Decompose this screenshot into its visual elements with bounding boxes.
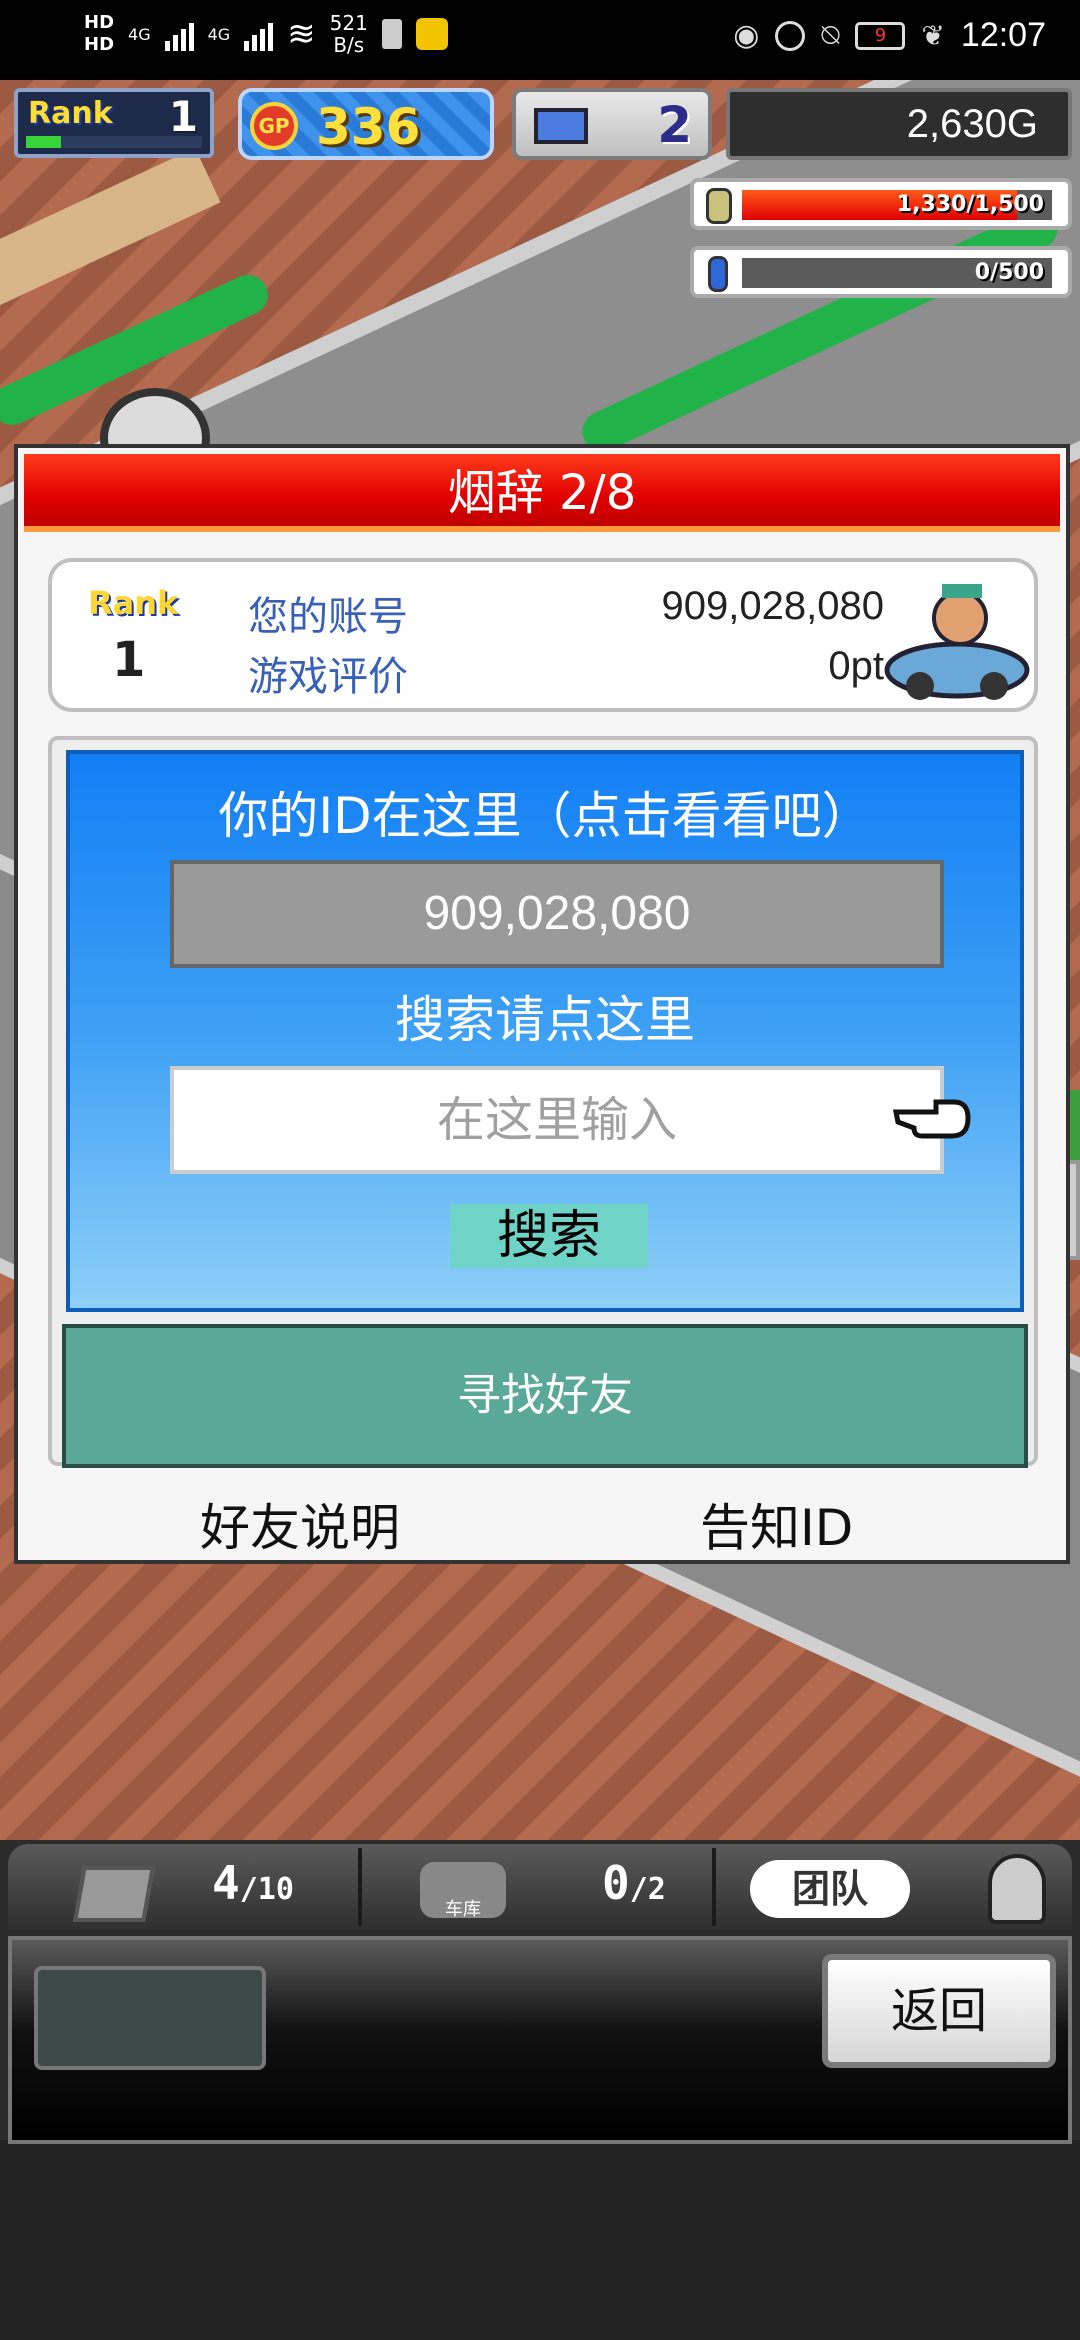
pointing-hand-icon <box>892 1099 971 1139</box>
my-id-box[interactable]: 909,028,080 <box>170 860 944 968</box>
mute-icon: ⍉ <box>821 18 840 53</box>
garage-label: 车库 <box>445 1899 481 1920</box>
screen: HD HD 4G 4G ≋ 521 B/s ◉ ⍉ 9 ❦ 12:07 Rank… <box>0 0 1080 2340</box>
computer-counter[interactable]: 2 <box>512 88 712 160</box>
dialog-title: 烟辞 2/8 <box>24 454 1060 532</box>
battery-level: 9 <box>874 24 887 46</box>
account-card: Rank 1 您的账号 909,028,080 游戏评价 0pt <box>48 558 1038 712</box>
status-bar: HD HD 4G 4G ≋ 521 B/s ◉ ⍉ 9 ❦ 12:07 <box>0 0 1080 80</box>
rank-badge[interactable]: Rank 1 <box>14 88 214 158</box>
eye-icon: ◉ <box>733 18 760 53</box>
garage-count: 0 <box>602 1856 630 1910</box>
sim2-label: HD <box>84 34 115 55</box>
rank-progress-bar <box>26 136 202 148</box>
grass-patch <box>0 147 221 313</box>
fuel-bottle-icon <box>708 256 728 292</box>
gp-counter[interactable]: GP 336 <box>238 88 494 160</box>
search-heading: 搜索请点这里 <box>395 991 695 1049</box>
garage-tab[interactable]: 车库 0/2 <box>366 1848 716 1926</box>
storage-count: 4 <box>212 1856 240 1910</box>
account-id-label: 您的账号 <box>248 594 408 640</box>
friend-panel: 你的ID在这里（点击看看吧） 909,028,080 搜索请点这里 搜索 寻找好… <box>48 736 1038 1468</box>
friend-help-link[interactable]: 好友说明 <box>200 1488 400 1560</box>
app-notification-icon <box>415 18 448 50</box>
notification-icon <box>381 19 402 49</box>
bottom-tabs: 4/10 车库 0/2 团队 <box>8 1844 1072 1930</box>
team-tab[interactable]: 团队 <box>720 1848 1072 1926</box>
back-button[interactable]: 返回 <box>822 1954 1056 2068</box>
top-hud: Rank 1 GP 336 2 2,630G <box>0 84 1080 168</box>
rating-value: 0pt <box>828 644 884 688</box>
money-display[interactable]: 2,630G <box>726 88 1072 160</box>
garage-max: 2 <box>647 1872 666 1907</box>
battery-icon: 9 <box>855 21 906 50</box>
coin-resource-bar[interactable]: 1,330/1,500 <box>690 178 1072 230</box>
search-button[interactable]: 搜索 <box>450 1204 648 1268</box>
leaf-icon: ❦ <box>921 19 945 52</box>
find-friends-button[interactable]: 寻找好友 <box>62 1324 1028 1468</box>
coin-track: 1,330/1,500 <box>742 190 1052 220</box>
sim1-label: HD <box>84 12 115 33</box>
fuel-resource-bar[interactable]: 0/500 <box>690 246 1072 298</box>
bottom-hud: 4/10 车库 0/2 团队 返回 <box>0 1840 1080 2144</box>
share-id-link[interactable]: 告知ID <box>700 1488 853 1560</box>
id-search-panel: 你的ID在这里（点击看看吧） 909,028,080 搜索请点这里 搜索 <box>66 750 1024 1312</box>
net-speed-value: 521 <box>329 11 368 35</box>
sim-indicators: HD HD <box>84 12 114 56</box>
crate-icon <box>73 1866 155 1922</box>
rank-label: Rank <box>28 96 113 131</box>
rank-value: 1 <box>168 92 198 141</box>
id-heading: 你的ID在这里（点击看看吧） <box>218 787 872 845</box>
player-car-icon <box>884 584 1030 700</box>
computer-icon <box>534 108 588 144</box>
storage-tab[interactable]: 4/10 <box>8 1848 362 1926</box>
account-rank-label: Rank <box>88 584 179 622</box>
network2-label: 4G <box>207 24 231 44</box>
alarm-icon <box>775 20 806 51</box>
friend-id-input[interactable] <box>170 1066 944 1174</box>
gp-value: 336 <box>316 98 421 156</box>
friend-dialog: 烟辞 2/8 Rank 1 您的账号 909,028,080 游戏评价 0pt … <box>14 444 1070 1564</box>
fuel-track: 0/500 <box>742 258 1052 288</box>
rating-label: 游戏评价 <box>248 654 408 700</box>
computer-value: 2 <box>657 96 692 154</box>
garage-icon: 车库 <box>420 1862 506 1920</box>
empty-slot <box>34 1966 266 2070</box>
team-label: 团队 <box>750 1860 910 1918</box>
net-speed: 521 B/s <box>330 12 368 56</box>
signal-1-icon <box>164 17 194 51</box>
coin-stack-icon <box>706 188 732 224</box>
bottom-panel: 返回 <box>8 1936 1072 2144</box>
fuel-text: 0/500 <box>974 260 1044 285</box>
status-left: HD HD 4G 4G ≋ 521 B/s <box>84 12 448 56</box>
net-speed-unit: B/s <box>333 33 365 57</box>
account-id-value: 909,028,080 <box>661 584 884 628</box>
status-right: ◉ ⍉ 9 ❦ 12:07 <box>733 16 1046 55</box>
storage-max: 10 <box>257 1872 294 1907</box>
wifi-icon: ≋ <box>287 14 316 54</box>
clock: 12:07 <box>960 16 1046 54</box>
coin-text: 1,330/1,500 <box>896 192 1044 217</box>
signal-2-icon <box>244 17 274 51</box>
gp-icon: GP <box>250 102 298 150</box>
staff-face-icon <box>988 1854 1046 1924</box>
account-rank-value: 1 <box>112 632 146 688</box>
network1-label: 4G <box>128 24 151 44</box>
